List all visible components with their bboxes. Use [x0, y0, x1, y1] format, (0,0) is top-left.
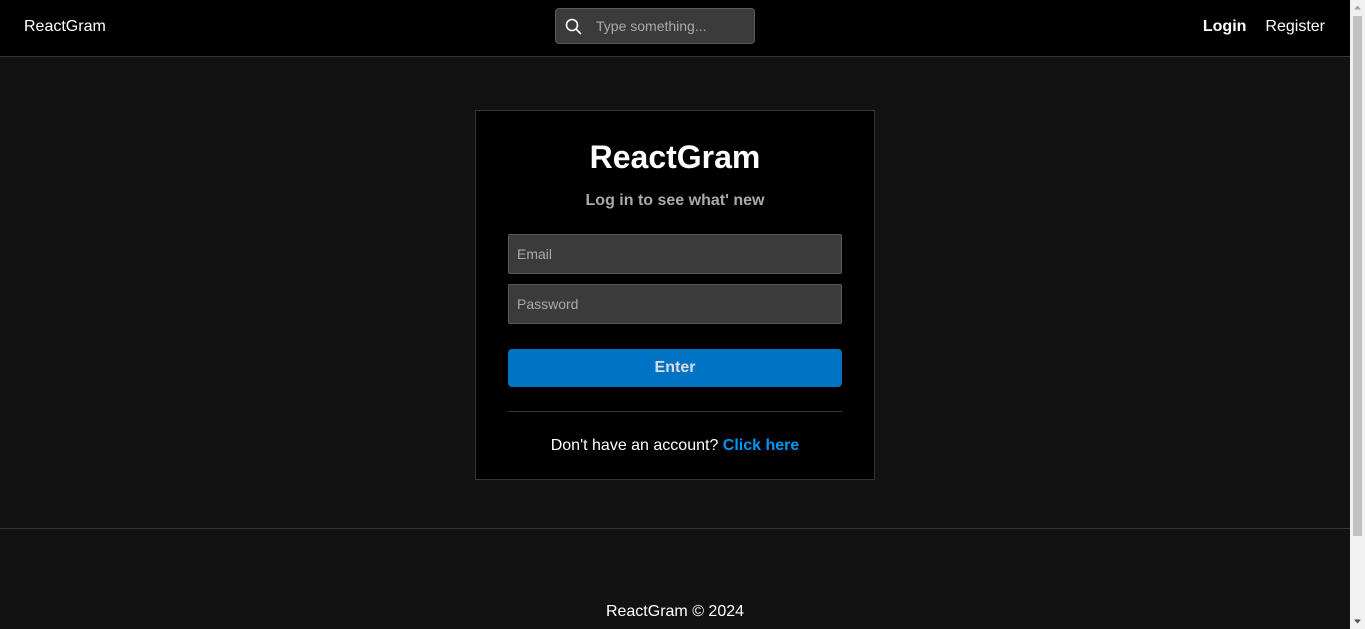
brand-link[interactable]: ReactGram	[24, 17, 106, 37]
signup-link[interactable]: Click here	[723, 437, 799, 454]
divider	[508, 411, 842, 412]
nav-login-link[interactable]: Login	[1203, 17, 1247, 37]
footer-text: ReactGram © 2024	[605, 603, 745, 620]
scrollbar-thumb[interactable]	[1353, 16, 1362, 536]
search-icon	[565, 18, 582, 35]
vertical-scrollbar[interactable]	[1350, 0, 1365, 629]
login-title: ReactGram	[589, 139, 761, 175]
footer: ReactGram © 2024	[0, 528, 1350, 629]
login-card: ReactGram Log in to see what' new Enter …	[475, 110, 875, 480]
scroll-down-arrow-icon[interactable]	[1350, 614, 1365, 629]
signup-prompt: Don't have an account? Click here	[476, 436, 874, 456]
password-field[interactable]	[508, 284, 842, 324]
content: ReactGram Login Register ReactGram Log i…	[0, 0, 1350, 629]
nav-register-link[interactable]: Register	[1265, 17, 1325, 37]
page: ReactGram Login Register ReactGram Log i…	[0, 0, 1365, 629]
login-subtitle: Log in to see what' new	[585, 192, 765, 209]
email-field[interactable]	[508, 234, 842, 274]
signup-prompt-text: Don't have an account?	[550, 437, 719, 454]
search-box[interactable]	[555, 8, 755, 44]
navbar: ReactGram Login Register	[0, 0, 1350, 57]
scroll-up-arrow-icon[interactable]	[1350, 0, 1365, 15]
enter-button[interactable]: Enter	[508, 349, 842, 387]
nav-links: Login Register	[1203, 17, 1325, 37]
search-input[interactable]	[596, 9, 751, 43]
